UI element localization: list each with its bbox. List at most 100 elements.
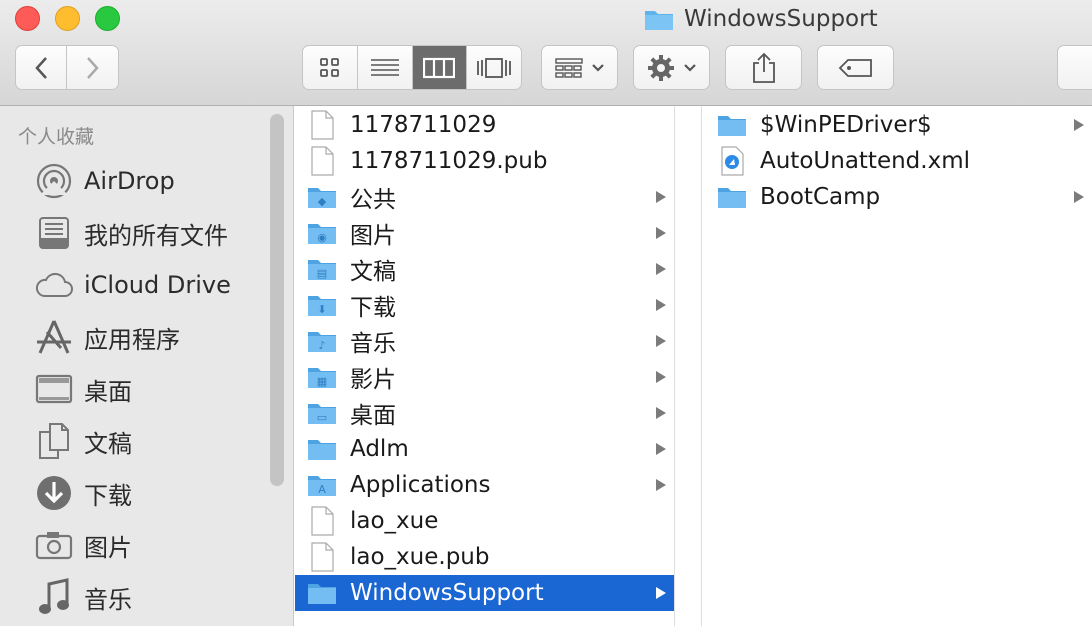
chevron-left-icon (35, 56, 47, 79)
arrange-button[interactable] (541, 45, 618, 90)
gear-icon (647, 54, 674, 81)
disclosure-arrow-icon (656, 335, 666, 347)
svg-text:▦: ▦ (317, 375, 327, 388)
sidebar-item-icloud-drive[interactable]: iCloud Drive (0, 261, 270, 309)
search-field[interactable] (1057, 45, 1092, 90)
columns-icon (423, 57, 456, 78)
list-item-label: 桌面 (350, 403, 396, 429)
sidebar-item-music[interactable]: 音乐 (0, 573, 270, 621)
desktop-icon (34, 369, 74, 409)
sidebar-item-label: 桌面 (84, 377, 132, 406)
applications-icon (34, 317, 74, 357)
list-item[interactable]: 1178711029.pub (295, 143, 674, 179)
list-item-label: 图片 (350, 223, 396, 249)
sidebar-item-label: 音乐 (84, 585, 132, 614)
folder-icon: ◆ (308, 188, 336, 208)
chevron-down-icon (591, 63, 604, 72)
document-icon (311, 146, 334, 176)
list-item-label: Adlm (350, 436, 409, 462)
share-button[interactable] (725, 45, 802, 90)
list-item-label: 音乐 (350, 331, 396, 357)
window-title-text: WindowsSupport (684, 6, 878, 32)
close-button[interactable] (15, 6, 40, 31)
list-view-button[interactable] (358, 46, 413, 89)
list-item[interactable]: lao_xue (295, 503, 674, 539)
sidebar-item-label: 下载 (84, 481, 132, 510)
document-icon (311, 110, 334, 140)
list-item[interactable]: ♪ 音乐 (295, 323, 674, 359)
sidebar-item-all-files[interactable]: 我的所有文件 (0, 209, 270, 257)
list-item[interactable]: lao_xue.pub (295, 539, 674, 575)
list-item-label: 1178711029 (350, 112, 497, 138)
document-icon (311, 542, 334, 572)
list-item[interactable]: ◉ 图片 (295, 215, 674, 251)
icon-view-button[interactable] (303, 46, 358, 89)
list-item[interactable]: ▭ 桌面 (295, 395, 674, 431)
view-switcher (302, 45, 522, 90)
list-item[interactable]: ⬇ 下载 (295, 287, 674, 323)
disclosure-arrow-icon (656, 371, 666, 383)
list-item-label: AutoUnattend.xml (760, 148, 970, 174)
folder-icon (308, 440, 336, 460)
grid-icon (319, 57, 339, 77)
all-files-icon (34, 213, 74, 253)
disclosure-arrow-icon (656, 479, 666, 491)
disclosure-arrow-icon (656, 263, 666, 275)
cover-flow-view-button[interactable] (467, 46, 521, 89)
forward-button[interactable] (67, 46, 118, 89)
svg-text:▭: ▭ (317, 411, 327, 424)
action-button[interactable] (633, 45, 710, 90)
svg-text:▤: ▤ (317, 267, 327, 280)
browser-column-windowssupport: $WinPEDriver$ AutoUnattend.xml BootCamp (703, 106, 1092, 626)
list-item[interactable]: BootCamp (703, 179, 1092, 215)
sidebar-scrollbar[interactable] (270, 114, 284, 486)
list-item-label: lao_xue (350, 508, 439, 534)
disclosure-arrow-icon (1074, 191, 1084, 203)
folder-icon (308, 584, 336, 604)
list-item[interactable]: ▤ 文稿 (295, 251, 674, 287)
disclosure-arrow-icon (656, 299, 666, 311)
back-button[interactable] (16, 46, 68, 89)
chevron-down-icon (683, 63, 696, 72)
document-icon (311, 506, 334, 536)
list-item-label: WindowsSupport (350, 580, 544, 606)
folder-icon: ♪ (308, 332, 336, 352)
toolbar: WindowsSupport (0, 0, 1092, 106)
list-item[interactable]: A Applications (295, 467, 674, 503)
list-item[interactable]: Adlm (295, 431, 674, 467)
sidebar-item-desktop[interactable]: 桌面 (0, 365, 270, 413)
browser-column-spacer (676, 106, 702, 626)
sidebar-item-downloads[interactable]: 下载 (0, 469, 270, 517)
disclosure-arrow-icon (656, 191, 666, 203)
sidebar-item-documents[interactable]: 文稿 (0, 417, 270, 465)
sidebar-item-label: 文稿 (84, 429, 132, 458)
sidebar-item-pictures[interactable]: 图片 (0, 521, 270, 569)
list-item[interactable]: 1178711029 (295, 107, 674, 143)
sidebar-item-airdrop[interactable]: AirDrop (0, 157, 270, 205)
minimize-button[interactable] (55, 6, 80, 31)
sidebar: 个人收藏 AirDrop 我的所有文件 iCloud Drive 应用程序 桌面… (0, 106, 294, 626)
folder-icon (718, 116, 746, 136)
list-item[interactable]: AutoUnattend.xml (703, 143, 1092, 179)
list-item[interactable]: ◆ 公共 (295, 179, 674, 215)
list-item-label: 1178711029.pub (350, 148, 548, 174)
list-item[interactable]: ▦ 影片 (295, 359, 674, 395)
column-view-button[interactable] (412, 46, 468, 89)
sidebar-item-label: 我的所有文件 (84, 221, 228, 250)
list-item-label: 公共 (350, 187, 396, 213)
sidebar-item-applications[interactable]: 应用程序 (0, 313, 270, 361)
disclosure-arrow-icon (656, 443, 666, 455)
list-item[interactable]: $WinPEDriver$ (703, 107, 1092, 143)
pictures-icon (34, 525, 74, 565)
list-item-label: 文稿 (350, 259, 396, 285)
zoom-button[interactable] (95, 6, 120, 31)
tags-button[interactable] (817, 45, 894, 90)
sidebar-item-label: 应用程序 (84, 325, 180, 354)
share-icon (752, 52, 775, 83)
disclosure-arrow-icon (656, 587, 666, 599)
folder-icon: ▭ (308, 404, 336, 424)
disclosure-arrow-icon (1074, 119, 1084, 131)
list-item-label: $WinPEDriver$ (760, 112, 932, 138)
list-item[interactable]: WindowsSupport (295, 575, 674, 611)
sidebar-item-label: AirDrop (84, 167, 175, 195)
